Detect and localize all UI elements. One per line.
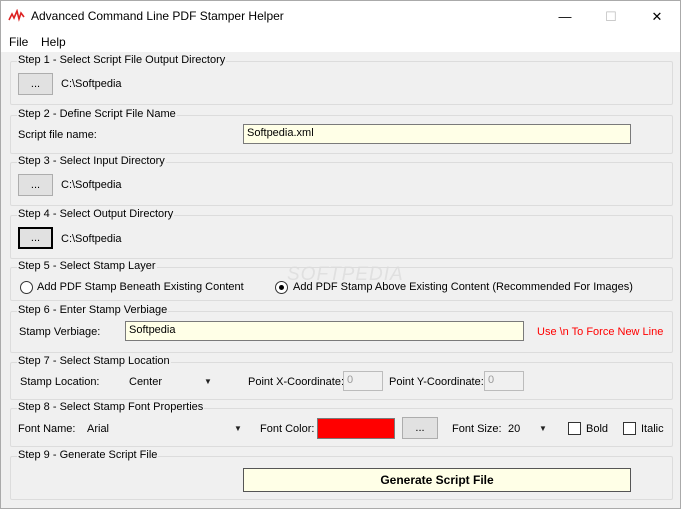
input-dir-path: C:\Softpedia: [61, 179, 122, 191]
step1-group: Step 1 - Select Script File Output Direc…: [10, 54, 673, 105]
minimize-button[interactable]: —: [542, 1, 588, 32]
title-bar: Advanced Command Line PDF Stamper Helper…: [1, 1, 680, 32]
output-dir2-browse-button[interactable]: ...: [18, 227, 53, 249]
stamp-verbiage-input[interactable]: Softpedia: [125, 321, 524, 341]
font-size-select[interactable]: 20 ▼: [504, 418, 552, 438]
font-size-label: Font Size:: [452, 423, 502, 435]
stamp-location-select[interactable]: Center ▼: [124, 372, 216, 392]
step2-group: Step 2 - Define Script File Name Script …: [10, 108, 673, 154]
step8-legend: Step 8 - Select Stamp Font Properties: [17, 401, 205, 413]
output-dir2-path: C:\Softpedia: [61, 233, 122, 245]
font-color-swatch: [317, 418, 395, 439]
step6-legend: Step 6 - Enter Stamp Verbiage: [17, 304, 169, 316]
point-y-input[interactable]: 0: [484, 371, 524, 391]
chevron-down-icon: ▼: [539, 424, 547, 433]
step6-group: Step 6 - Enter Stamp Verbiage Stamp Verb…: [10, 304, 673, 353]
font-size-value: 20: [508, 423, 521, 435]
italic-checkbox[interactable]: [623, 422, 636, 435]
input-dir-browse-button[interactable]: ...: [18, 174, 53, 196]
chevron-down-icon: ▼: [204, 377, 212, 386]
font-color-label: Font Color:: [260, 423, 315, 435]
step1-legend: Step 1 - Select Script File Output Direc…: [17, 54, 227, 66]
font-name-label: Font Name:: [18, 423, 76, 435]
app-logo-icon: [8, 9, 25, 22]
stamp-location-label: Stamp Location:: [20, 376, 100, 388]
app-window: Advanced Command Line PDF Stamper Helper…: [0, 0, 681, 509]
stamp-location-value: Center: [129, 376, 163, 388]
menu-bar: File Help: [1, 32, 680, 52]
bold-checkbox[interactable]: [568, 422, 581, 435]
step4-group: Step 4 - Select Output Directory ... C:\…: [10, 208, 673, 259]
stamp-verbiage-label: Stamp Verbiage:: [19, 326, 101, 338]
point-x-input[interactable]: 0: [343, 371, 383, 391]
script-file-name-label: Script file name:: [18, 129, 97, 141]
menu-file[interactable]: File: [9, 35, 28, 49]
step7-legend: Step 7 - Select Stamp Location: [17, 355, 171, 367]
step7-group: Step 7 - Select Stamp Location Stamp Loc…: [10, 355, 673, 400]
step5-legend: Step 5 - Select Stamp Layer: [17, 260, 157, 272]
output-dir-path: C:\Softpedia: [61, 78, 122, 90]
step3-group: Step 3 - Select Input Directory ... C:\S…: [10, 155, 673, 206]
point-y-label: Point Y-Coordinate:: [389, 376, 484, 388]
stamp-above-label[interactable]: Add PDF Stamp Above Existing Content (Re…: [293, 281, 633, 293]
step4-legend: Step 4 - Select Output Directory: [17, 208, 175, 220]
italic-label[interactable]: Italic: [641, 423, 664, 435]
window-title: Advanced Command Line PDF Stamper Helper: [31, 9, 284, 23]
close-button[interactable]: ✕: [634, 1, 680, 32]
step5-group: Step 5 - Select Stamp Layer Add PDF Stam…: [10, 260, 673, 301]
step2-legend: Step 2 - Define Script File Name: [17, 108, 177, 120]
script-file-name-input[interactable]: Softpedia.xml: [243, 124, 631, 144]
step9-legend: Step 9 - Generate Script File: [17, 449, 159, 461]
point-x-label: Point X-Coordinate:: [248, 376, 344, 388]
stamp-beneath-label[interactable]: Add PDF Stamp Beneath Existing Content: [37, 281, 244, 293]
font-color-browse-button[interactable]: ...: [402, 417, 438, 439]
stamp-above-radio[interactable]: [275, 281, 288, 294]
bold-label[interactable]: Bold: [586, 423, 608, 435]
chevron-down-icon: ▼: [234, 424, 242, 433]
menu-help[interactable]: Help: [41, 35, 66, 49]
font-name-value: Arial: [87, 423, 110, 435]
generate-script-button[interactable]: Generate Script File: [243, 468, 631, 492]
step8-group: Step 8 - Select Stamp Font Properties Fo…: [10, 401, 673, 447]
step9-group: Step 9 - Generate Script File Generate S…: [10, 449, 673, 500]
maximize-button[interactable]: ☐: [588, 1, 634, 32]
output-dir-browse-button[interactable]: ...: [18, 73, 53, 95]
font-name-select[interactable]: Arial ▼: [82, 418, 247, 438]
step3-legend: Step 3 - Select Input Directory: [17, 155, 166, 167]
new-line-hint: Use \n To Force New Line: [537, 326, 664, 338]
stamp-beneath-radio[interactable]: [20, 281, 33, 294]
